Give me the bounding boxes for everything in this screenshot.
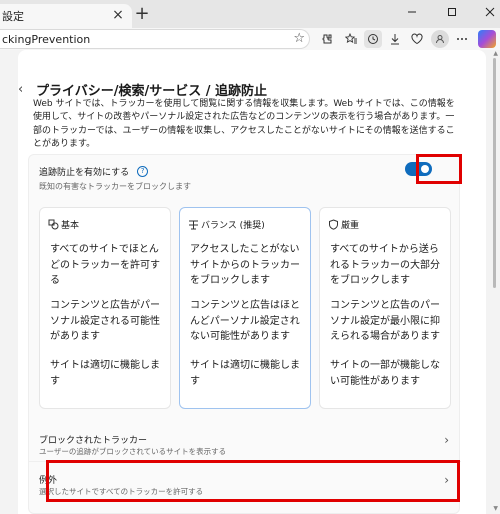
maximize-icon[interactable] [444,4,460,20]
history-icon[interactable] [364,30,382,48]
option-basic-text-3: サイトは適切に機能します [50,360,160,387]
option-strict-name: 厳重 [341,221,360,231]
option-strict-text-3: サイトの一部が機能しない可能性があります [330,360,440,387]
toggle-highlight-frame [416,154,462,184]
address-text[interactable]: ckingPrevention [2,33,90,46]
new-tab-icon[interactable]: + [134,5,150,23]
page-description: Web サイトでは、トラッカーを使用して閲覧に関する情報を収集します。Web サ… [33,99,455,150]
minimize-icon[interactable] [404,4,420,20]
heart-pulse-icon[interactable] [408,30,426,48]
favorites-icon[interactable] [342,30,360,48]
option-basic[interactable]: 基本 すべてのサイトでほとんどのトラッカーを許可する コンテンツと広告がパーソナ… [39,207,171,409]
close-window-icon[interactable] [482,4,498,20]
scroll-up-icon[interactable]: ▲ [493,50,498,57]
tracking-toggle-label: 追跡防止を有効にする [39,168,130,178]
profile-avatar-icon[interactable] [431,30,449,48]
option-balanced-header: バランス (推奨) [188,218,265,231]
blocked-trackers-row[interactable]: ブロックされたトラッカー ユーザーの追跡がブロックされているサイトを表示する › [29,421,461,461]
tab-title: 設定 [2,10,24,23]
option-basic-text-2: コンテンツと広告がパーソナル設定される可能性があります [50,300,160,342]
option-balanced-name: バランス (推奨) [201,221,265,231]
settings-viewport: ‹ プライバシー/検索/サービス / 追跡防止 Web サイトでは、トラッカーを… [0,50,500,514]
option-strict-header: 厳重 [328,218,359,231]
option-basic-header: 基本 [48,218,79,231]
option-basic-text-1: すべてのサイトでほとんどのトラッカーを許可する [50,244,160,286]
page-header: ‹ プライバシー/検索/サービス / 追跡防止 [18,80,267,99]
downloads-icon[interactable] [386,30,404,48]
help-icon[interactable]: ? [137,166,149,177]
scrollbar-thumb[interactable] [493,58,496,288]
option-basic-name: 基本 [61,221,80,231]
favorite-star-icon[interactable]: ☆ [293,31,305,46]
option-strict-text-1: すべてのサイトから送られるトラッカーの大部分をブロックします [330,244,440,286]
title-bar: 設定 × + [0,0,500,28]
balanced-scale-icon [188,219,199,230]
chevron-right-icon: › [444,433,449,447]
option-balanced[interactable]: バランス (推奨) アクセスしたことがないサイトからのトラッカーをブロックします… [179,207,311,409]
blocked-trackers-subtitle: ユーザーの追跡がブロックされているサイトを表示する [39,447,227,456]
option-balanced-text-2: コンテンツと広告はほとんどパーソナル設定されない可能性があります [190,300,300,342]
back-chevron-icon[interactable]: ‹ [18,82,32,97]
strict-shield-icon [328,219,339,230]
option-strict[interactable]: 厳重 すべてのサイトから送られるトラッカーの大部分をブロックします コンテンツと… [319,207,451,409]
blocked-trackers-title: ブロックされたトラッカー [39,436,148,446]
page-title: プライバシー/検索/サービス / 追跡防止 [36,84,268,99]
basic-shield-icon [48,219,59,230]
browser-tab[interactable]: 設定 × [0,4,132,28]
browser-toolbar: ckingPrevention ☆ [0,28,500,50]
option-balanced-text-3: サイトは適切に機能します [190,360,300,387]
option-strict-text-2: コンテンツと広告のパーソナル設定が最小限に抑えられる場合があります [330,300,440,342]
tracking-toggle-sublabel: 既知の有害なトラッカーをブロックします [39,182,191,191]
menu-more-icon[interactable] [453,30,471,48]
close-tab-icon[interactable]: × [110,8,126,24]
scroll-down-icon[interactable]: ▼ [493,505,498,512]
tracking-toggle-label-row: 追跡防止を有効にする ? [39,165,149,178]
copilot-icon[interactable] [478,30,496,48]
address-bar[interactable]: ckingPrevention ☆ [0,29,310,49]
scrollbar[interactable]: ▲ ▼ [488,50,500,514]
option-balanced-text-1: アクセスしたことがないサイトからのトラッカーをブロックします [190,244,300,286]
exceptions-highlight-frame [46,460,460,502]
extensions-icon[interactable] [318,30,336,48]
